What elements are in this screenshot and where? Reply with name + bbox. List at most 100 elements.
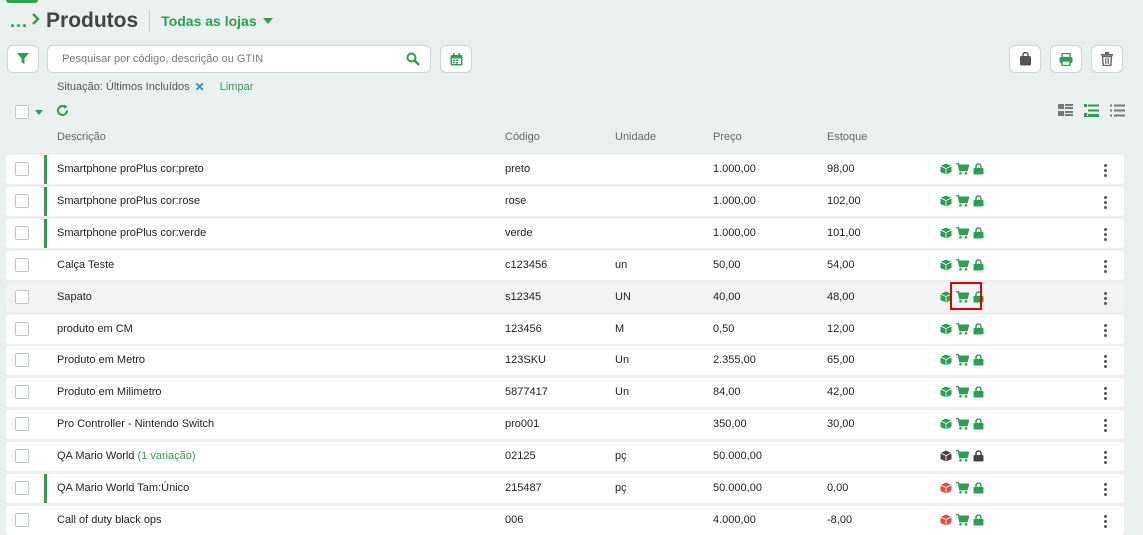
product-name[interactable]: produto em CM	[57, 323, 133, 335]
product-name[interactable]: Call of duty black ops	[57, 514, 162, 526]
lock-icon[interactable]	[973, 163, 984, 175]
table-row[interactable]: Smartphone proPlus cor:preto preto 1.000,…	[6, 155, 1124, 184]
row-description[interactable]: Calça Teste	[57, 259, 114, 271]
box-icon[interactable]	[940, 259, 952, 271]
row-actions-menu-icon[interactable]	[1104, 514, 1107, 528]
print-button[interactable]	[1050, 45, 1082, 73]
lock-icon[interactable]	[973, 386, 984, 398]
product-name[interactable]: Sapato	[57, 291, 92, 303]
product-name[interactable]: Calça Teste	[57, 259, 114, 271]
row-description[interactable]: QA Mario World (1 variação)	[57, 450, 196, 462]
refresh-icon[interactable]	[56, 104, 69, 120]
clear-filters-link[interactable]: Limpar	[220, 81, 254, 93]
search-icon[interactable]	[406, 52, 420, 69]
column-stock[interactable]: Estoque	[827, 131, 867, 143]
lock-icon[interactable]	[973, 514, 984, 526]
table-row[interactable]: QA Mario World (1 variação) 02125 pç 50.000…	[6, 442, 1124, 472]
table-row[interactable]: QA Mario World Tam:Único 215487 pç 50.000,…	[6, 474, 1124, 503]
product-name[interactable]: Smartphone proPlus cor:preto	[57, 163, 204, 175]
table-row[interactable]: Pro Controller - Nintendo Switch pro001 3…	[6, 410, 1124, 440]
calendar-button[interactable]	[440, 45, 472, 73]
product-name[interactable]: QA Mario World	[57, 450, 134, 462]
select-all-checkbox[interactable]	[15, 105, 29, 119]
lock-icon[interactable]	[973, 418, 984, 430]
select-all[interactable]	[15, 105, 43, 119]
cart-icon[interactable]	[956, 226, 969, 239]
box-icon[interactable]	[940, 514, 952, 526]
row-checkbox[interactable]	[15, 449, 29, 464]
cart-icon[interactable]	[956, 258, 969, 271]
grid-view-icon[interactable]	[1058, 104, 1073, 117]
cart-icon[interactable]	[956, 386, 969, 398]
lock-icon[interactable]	[973, 322, 984, 335]
remove-filter-icon[interactable]: ✕	[195, 80, 205, 94]
cart-icon[interactable]	[956, 194, 969, 207]
row-description[interactable]: Sapato	[57, 291, 92, 303]
box-icon[interactable]	[940, 482, 952, 494]
row-description[interactable]: Produto em Milimetro	[57, 386, 162, 398]
box-icon[interactable]	[940, 450, 952, 462]
product-name[interactable]: Produto em Metro	[57, 354, 145, 366]
table-row[interactable]: Calça Teste c123456 un 50,00 54,00	[6, 250, 1124, 280]
row-actions-menu-icon[interactable]	[1104, 355, 1107, 369]
row-checkbox[interactable]	[15, 162, 29, 176]
row-description[interactable]: Smartphone proPlus cor:verde	[57, 227, 206, 239]
product-name[interactable]: Smartphone proPlus cor:verde	[57, 227, 206, 239]
row-actions-menu-icon[interactable]	[1104, 451, 1107, 465]
table-row[interactable]: Produto em Milimetro 5877417 Un 84,00 42,00	[6, 378, 1124, 408]
cart-icon[interactable]	[956, 450, 969, 462]
box-icon[interactable]	[940, 163, 952, 175]
lock-icon[interactable]	[973, 227, 984, 239]
row-actions-menu-icon[interactable]	[1104, 483, 1107, 496]
search-input[interactable]	[62, 53, 392, 65]
row-checkbox[interactable]	[15, 257, 29, 272]
column-code[interactable]: Código	[505, 131, 540, 143]
breadcrumb[interactable]: ...	[10, 11, 40, 32]
row-checkbox[interactable]	[15, 193, 29, 208]
box-icon[interactable]	[940, 418, 952, 430]
row-checkbox[interactable]	[15, 512, 29, 527]
filter-button[interactable]	[7, 45, 39, 73]
row-actions-menu-icon[interactable]	[1104, 259, 1107, 273]
product-name[interactable]: Produto em Milimetro	[57, 386, 162, 398]
cart-icon[interactable]	[956, 482, 969, 494]
variation-count-link[interactable]: (1 variação)	[138, 450, 196, 462]
store-selector[interactable]: Todas as lojas	[161, 13, 273, 29]
row-description[interactable]: Smartphone proPlus cor:preto	[57, 163, 204, 175]
lock-icon[interactable]	[973, 195, 984, 207]
row-description[interactable]: produto em CM	[57, 323, 133, 335]
row-actions-menu-icon[interactable]	[1104, 291, 1107, 305]
row-actions-menu-icon[interactable]	[1104, 164, 1107, 177]
delete-button[interactable]	[1091, 45, 1123, 73]
row-checkbox[interactable]	[15, 353, 29, 368]
row-actions-menu-icon[interactable]	[1104, 419, 1107, 433]
cart-icon[interactable]	[956, 322, 969, 335]
row-actions-menu-icon[interactable]	[1104, 227, 1107, 241]
cart-icon[interactable]	[956, 163, 969, 175]
row-checkbox[interactable]	[15, 289, 29, 304]
product-name[interactable]: QA Mario World Tam:Único	[57, 482, 189, 494]
row-checkbox[interactable]	[15, 481, 29, 495]
cart-icon[interactable]	[956, 354, 969, 366]
compact-list-icon[interactable]	[1110, 104, 1125, 117]
detailed-list-icon[interactable]	[1084, 104, 1099, 117]
row-checkbox[interactable]	[15, 385, 29, 400]
row-actions-menu-icon[interactable]	[1104, 195, 1107, 209]
row-description[interactable]: Call of duty black ops	[57, 514, 162, 526]
row-description[interactable]: QA Mario World Tam:Único	[57, 482, 189, 494]
table-row[interactable]: produto em CM 123456 M 0,50 12,00	[6, 314, 1124, 344]
box-icon[interactable]	[940, 323, 952, 335]
box-icon[interactable]	[940, 227, 952, 239]
row-description[interactable]: Smartphone proPlus cor:rose	[57, 195, 200, 207]
row-checkbox[interactable]	[15, 225, 29, 240]
box-icon[interactable]	[940, 195, 952, 207]
product-name[interactable]: Smartphone proPlus cor:rose	[57, 195, 200, 207]
table-row[interactable]: Smartphone proPlus cor:rose rose 1.000,00…	[6, 186, 1124, 216]
table-row[interactable]: Smartphone proPlus cor:verde verde 1.000,…	[6, 218, 1124, 248]
product-name[interactable]: Pro Controller - Nintendo Switch	[57, 418, 214, 430]
row-description[interactable]: Pro Controller - Nintendo Switch	[57, 418, 214, 430]
column-unit[interactable]: Unidade	[615, 131, 656, 143]
row-checkbox[interactable]	[15, 321, 29, 336]
lock-icon[interactable]	[973, 258, 984, 271]
cart-icon[interactable]	[956, 513, 969, 526]
